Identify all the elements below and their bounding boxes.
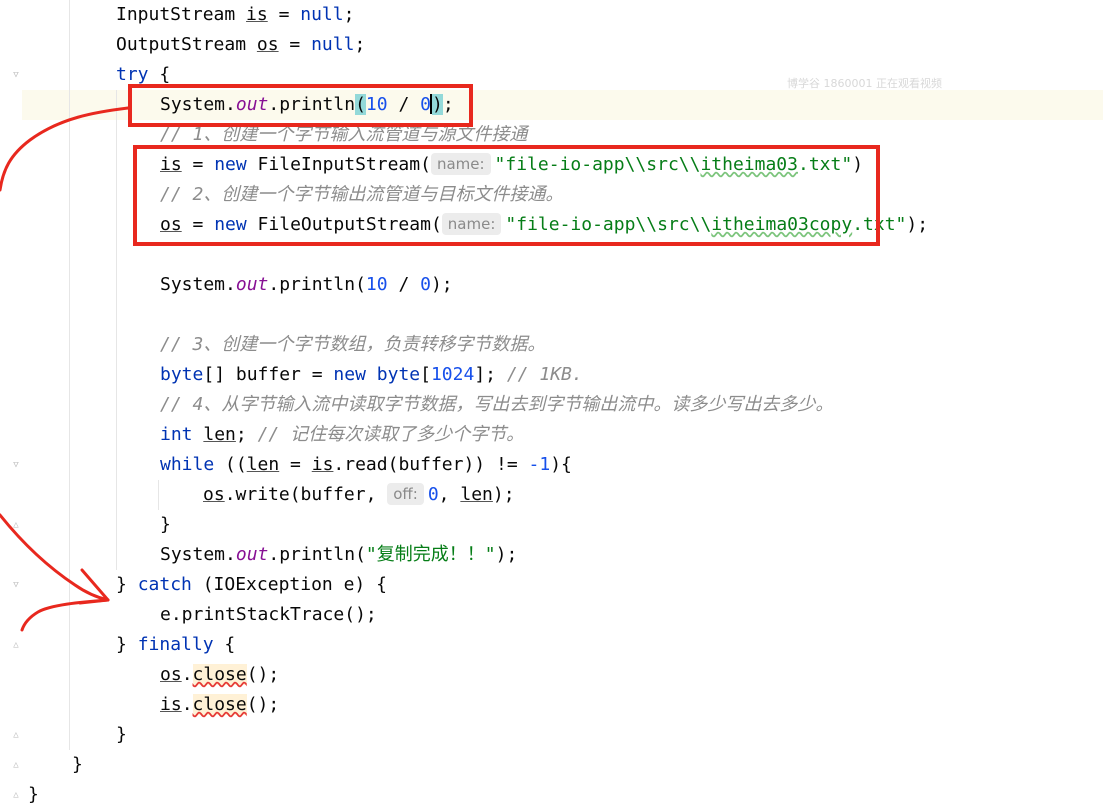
fold-icon[interactable]: △ <box>11 790 21 800</box>
code-line[interactable]: InputStream is = null; <box>116 0 354 30</box>
code-line[interactable]: } <box>116 720 127 750</box>
code-line[interactable]: } <box>28 780 39 810</box>
code-line[interactable]: os.close(); <box>160 660 279 690</box>
fold-icon[interactable]: △ <box>11 640 21 650</box>
watermark: 博学谷 1860001 正在观看视频 <box>787 77 942 90</box>
code-line[interactable]: System.out.println(10 / 0); <box>160 270 453 300</box>
fold-icon[interactable]: △ <box>11 730 21 740</box>
code-line[interactable]: } <box>160 510 171 540</box>
code-comment[interactable]: // 4、从字节输入流中读取字节数据，写出去到字节输出流中。读多少写出去多少。 <box>160 390 833 420</box>
fold-icon[interactable]: △ <box>11 760 21 770</box>
code-line[interactable]: e.printStackTrace(); <box>160 600 377 630</box>
annotation-arrow-path <box>20 598 110 632</box>
code-line[interactable]: OutputStream os = null; <box>116 30 365 60</box>
code-line[interactable]: } <box>72 750 83 780</box>
annotation-box <box>133 145 880 246</box>
indent-guide <box>158 480 159 510</box>
editor-gutter <box>0 0 22 810</box>
code-line[interactable]: os.write(buffer, off: 0, len); <box>203 480 515 510</box>
fold-icon[interactable]: △ <box>11 520 21 530</box>
parameter-hint: off: <box>387 483 424 505</box>
indent-guide <box>69 0 70 750</box>
code-line[interactable]: System.out.println("复制完成！！"); <box>160 540 517 570</box>
code-line[interactable]: is.close(); <box>160 690 279 720</box>
fold-icon[interactable]: ▽ <box>11 70 21 80</box>
code-line[interactable]: } catch (IOException e) { <box>116 570 387 600</box>
annotation-box <box>128 84 473 127</box>
fold-icon[interactable]: ▽ <box>11 580 21 590</box>
annotation-arrow-path <box>78 568 110 605</box>
code-line[interactable]: while ((len = is.read(buffer)) != -1){ <box>160 450 572 480</box>
code-line[interactable]: } finally { <box>116 630 235 660</box>
code-comment[interactable]: // 3、创建一个字节数组，负责转移字节数据。 <box>160 330 545 360</box>
indent-guide <box>116 90 117 570</box>
code-line[interactable]: byte[] buffer = new byte[1024]; // 1KB. <box>160 360 583 390</box>
code-line[interactable]: int len; // 记住每次读取了多少个字节。 <box>160 420 524 450</box>
fold-icon[interactable]: ▽ <box>11 460 21 470</box>
